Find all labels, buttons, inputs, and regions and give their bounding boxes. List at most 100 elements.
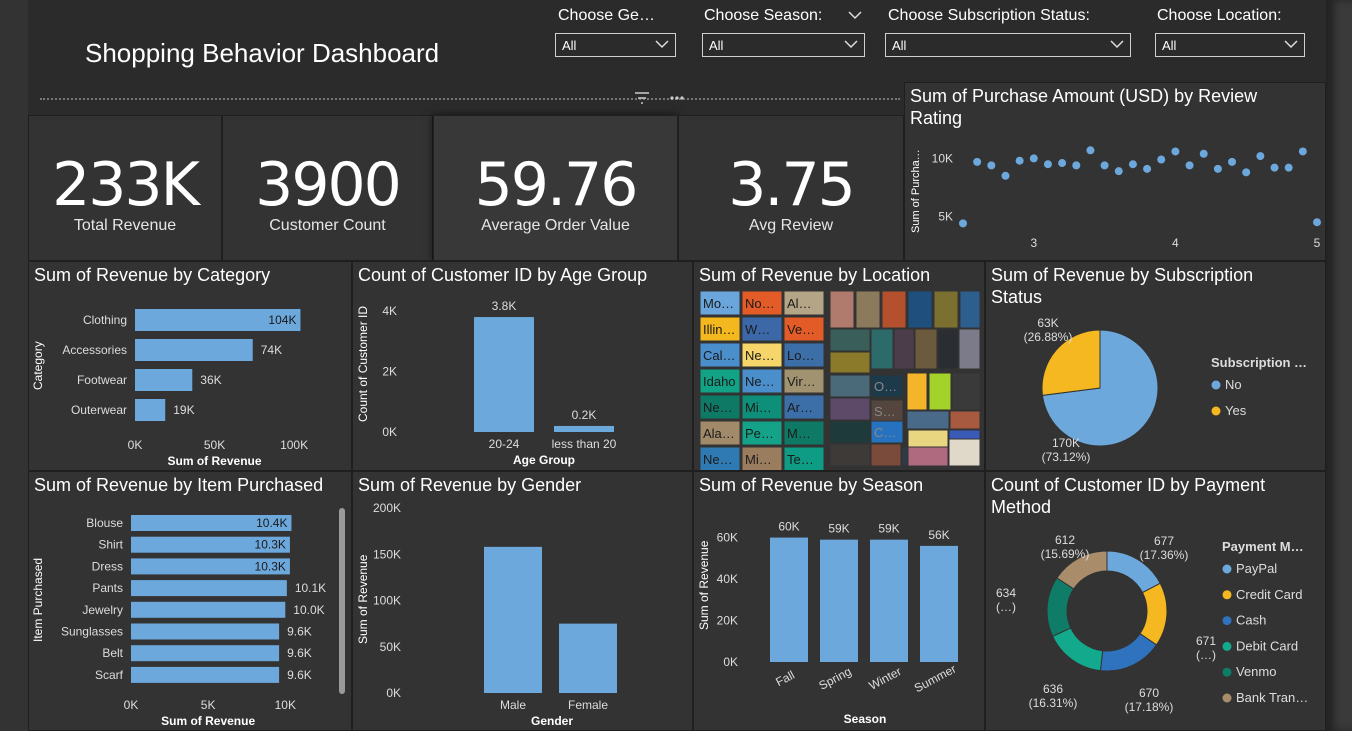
treemap-tile	[907, 446, 949, 467]
legend-label: Yes	[1225, 403, 1247, 418]
y-tick-label: 10K	[932, 151, 953, 165]
slicer-gender-value: All	[562, 38, 577, 53]
category-label: 20-24	[489, 437, 520, 451]
y-tick-label: 200K	[373, 501, 401, 515]
panel-review-rating[interactable]: Sum of Purchase Amount (USD) by Review R…	[904, 82, 1326, 261]
scatter-point	[959, 219, 967, 228]
kpi-card-total-revenue[interactable]: 233K Total Revenue	[28, 115, 222, 261]
y-axis-label: Sum of Revenue	[697, 540, 711, 630]
legend-title: Payment M…	[1222, 539, 1304, 554]
panel-gender[interactable]: Sum of Revenue by Gender 0K 50K 100K 150K 20…	[352, 471, 693, 731]
x-tick-label: 5K	[201, 698, 216, 712]
slicer-subscription-value: All	[892, 38, 907, 53]
legend-swatch	[1222, 590, 1232, 600]
panel-season[interactable]: Sum of Revenue by Season 0K 20K 40K 60K 60K F…	[693, 471, 985, 731]
panel-payment[interactable]: Count of Customer ID by Payment Method P…	[985, 471, 1326, 731]
tile-label: Te…	[787, 452, 814, 467]
slicer-season-dropdown[interactable]: All	[702, 33, 865, 57]
bar	[870, 539, 908, 662]
y-axis-label: Sum of Revenue	[356, 554, 370, 644]
scatter-point	[1086, 146, 1095, 155]
filter-icon[interactable]	[634, 91, 650, 105]
tile-label: Idaho	[703, 374, 736, 389]
scatter-point	[1270, 163, 1279, 172]
tile-label: O…	[874, 379, 897, 394]
slicer-location-dropdown[interactable]: All	[1155, 33, 1305, 57]
panel-age-group[interactable]: Count of Customer ID by Age Group 0K 2K 4K…	[352, 261, 693, 471]
y-axis-label: Sum of Purcha…	[910, 149, 922, 233]
category-label: Pants	[92, 581, 123, 595]
more-options-icon[interactable]	[669, 94, 685, 102]
data-label: 670	[1139, 686, 1159, 700]
category-label: Jewelry	[82, 603, 123, 617]
y-tick-label: 0K	[723, 655, 738, 669]
treemap-tile	[829, 351, 871, 374]
tile-label: No…	[745, 296, 775, 311]
legend-swatch	[1222, 641, 1232, 651]
panel-location[interactable]: Sum of Revenue by Location Mo… No… Al… Illi…	[693, 261, 985, 471]
scatter-point	[1128, 160, 1137, 169]
legend-swatch	[1222, 693, 1232, 703]
right-scroll-edge[interactable]	[1326, 0, 1352, 731]
slicer-gender-dropdown[interactable]: All	[555, 33, 676, 57]
x-tick-label: 50K	[204, 438, 225, 452]
category-label: Scarf	[95, 668, 124, 682]
treemap-tile	[870, 443, 902, 467]
kpi-card-customer-count[interactable]: 3900 Customer Count	[222, 115, 433, 261]
panel-item-purchased[interactable]: Sum of Revenue by Item Purchased Blouse 1…	[28, 471, 352, 731]
data-label: 10.3K	[255, 559, 286, 573]
slicer-location-label: Choose Location:	[1157, 7, 1282, 24]
item-bar-chart: Blouse 10.4K Shirt 10.3K Dress 10.3K Pants 10.1…	[31, 515, 326, 728]
tile-label: Ne…	[745, 374, 775, 389]
scatter-point	[1185, 161, 1194, 170]
kpi-card-average-order-value[interactable]: 59.76 Average Order Value	[433, 115, 678, 261]
scrollbar[interactable]	[339, 508, 345, 694]
data-label: 0.2K	[572, 408, 597, 422]
data-label-percent: (15.69%)	[1041, 547, 1090, 561]
bar	[135, 369, 193, 391]
kpi-value: 59.76	[474, 150, 639, 220]
bar	[820, 539, 858, 662]
legend-swatch	[1222, 616, 1232, 626]
treemap-tile	[881, 290, 907, 329]
scatter-point	[1029, 154, 1038, 163]
y-tick-label: 5K	[938, 209, 953, 223]
data-label: 10.1K	[295, 581, 326, 595]
y-axis-label: Item Purchased	[31, 558, 45, 642]
bar	[131, 601, 286, 618]
treemap-tile	[855, 290, 881, 329]
slicer-subscription-dropdown[interactable]: All	[885, 33, 1131, 57]
tile-label: Mi…	[745, 452, 772, 467]
chevron-down-icon	[844, 40, 858, 49]
chevron-down-icon[interactable]	[848, 9, 862, 21]
kpi-value: 233K	[52, 150, 200, 220]
data-label: 636	[1043, 682, 1063, 696]
data-label: 170K	[1052, 436, 1080, 450]
panel-subscription[interactable]: Sum of Revenue by Subscription Status Su…	[985, 261, 1326, 471]
scatter-point	[1213, 164, 1222, 173]
tile-label: Ve…	[787, 322, 815, 337]
tile-label: Mi…	[745, 400, 772, 415]
legend-swatch	[1211, 380, 1221, 390]
legend-swatch	[1211, 406, 1221, 416]
treemap-tile	[933, 290, 959, 329]
treemap-tile	[928, 372, 952, 411]
kpi-card-avg-review[interactable]: 3.75 Avg Review	[678, 115, 904, 261]
legend-label: Venmo	[1236, 664, 1276, 679]
legend-label: PayPal	[1236, 561, 1277, 576]
scatter-point	[1171, 147, 1180, 156]
x-tick-label: 100K	[280, 438, 308, 452]
panel-title: Sum of Purchase Amount (USD) by Review R…	[910, 86, 1258, 128]
panel-category[interactable]: Sum of Revenue by Category Clothing 104K A…	[28, 261, 352, 471]
bar	[554, 425, 614, 432]
pie-slice	[1139, 582, 1168, 646]
gender-bar-chart: 0K 50K 100K 150K 200K Male Female Gender Sum of …	[356, 501, 617, 728]
y-tick-label: 100K	[373, 594, 401, 608]
data-label-percent: (17.36%)	[1140, 548, 1189, 562]
kpi-value: 3900	[255, 150, 402, 220]
scatter-point	[1100, 161, 1109, 170]
tile-label: C…	[874, 425, 896, 440]
scatter-point	[1114, 167, 1123, 176]
y-axis-label: Count of Customer ID	[356, 306, 370, 422]
payment-donut-chart: Payment M… PayPal Credit Card Cash Debit Car…	[996, 533, 1308, 714]
